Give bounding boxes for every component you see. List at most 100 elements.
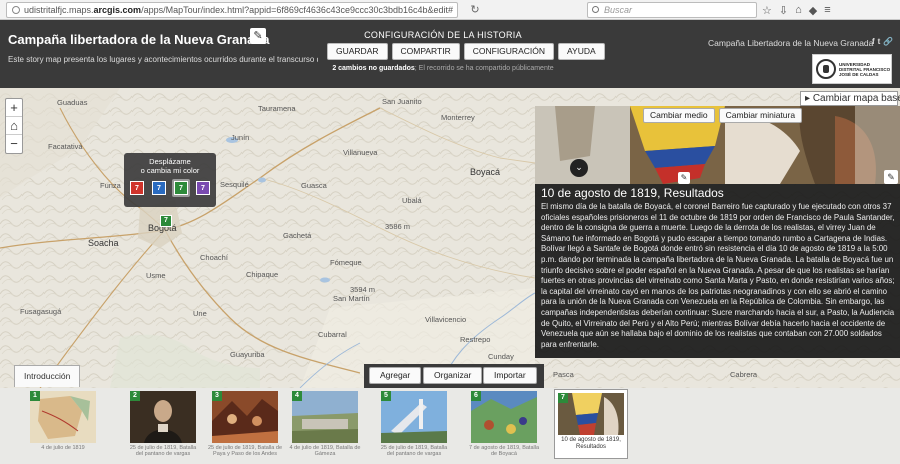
place-label: Ubalá bbox=[402, 196, 422, 205]
home-icon[interactable]: ⌂ bbox=[795, 4, 802, 16]
thumbnail-item-active[interactable]: 7 10 de agosto de 1819, Resultados bbox=[554, 389, 628, 459]
place-label: Gachetá bbox=[283, 231, 312, 240]
zoom-in-button[interactable]: + bbox=[6, 99, 22, 117]
url-prefix: udistritalfjc.maps. bbox=[24, 5, 94, 15]
story-panel: Cambiar medio Cambiar miniatura ⌄ ✎ ✎ 10… bbox=[535, 106, 900, 358]
place-label: Fusagasugá bbox=[20, 307, 62, 316]
link-icon[interactable]: 🔗 bbox=[883, 37, 893, 46]
share-button[interactable]: COMPARTIR bbox=[391, 43, 460, 60]
app-header: Campaña libertadora de la Nueva Granada … bbox=[0, 20, 900, 88]
thumbnail-number: 3 bbox=[212, 391, 222, 401]
map-view[interactable]: Guaduas Tauramena San Juanito Monterrey … bbox=[0, 88, 900, 388]
thumbnail-item[interactable]: 3 25 de julio de 1819, Batalla de Paya y… bbox=[208, 391, 282, 457]
save-button[interactable]: GUARDAR bbox=[327, 43, 388, 60]
settings-button[interactable]: CONFIGURACIÓN bbox=[463, 43, 554, 60]
save-status: 2 cambios no guardados; El recorrido se … bbox=[300, 65, 586, 72]
thumbnail-item[interactable]: 4 4 de julio de 1819, Batalla de Gámeza bbox=[290, 391, 360, 457]
edit-text-pencil-icon[interactable]: ✎ bbox=[884, 170, 898, 184]
place-label: Villavicencio bbox=[425, 315, 467, 324]
thumbnail-number: 2 bbox=[130, 391, 140, 401]
place-label: Monterrey bbox=[441, 113, 475, 122]
place-label: Guasca bbox=[301, 181, 327, 190]
thumbnail-item[interactable]: 1 4 de julio de 1819 bbox=[30, 391, 96, 451]
change-basemap-button[interactable]: ▸ Cambiar mapa base bbox=[800, 91, 900, 106]
map-pin-marker[interactable]: 7 bbox=[160, 215, 172, 227]
star-icon[interactable]: ☆ bbox=[762, 4, 772, 17]
thumbnail-caption: 4 de julio de 1819 bbox=[41, 445, 85, 451]
place-label: Guayuriba bbox=[230, 350, 265, 359]
place-label: Pasca bbox=[553, 370, 574, 379]
painting-figure-left bbox=[555, 106, 595, 161]
shield-icon[interactable]: ◆ bbox=[809, 4, 817, 17]
place-label: Restrepo bbox=[460, 335, 491, 344]
thumbnail-caption: 25 de julio de 1819, Batalla del pantano… bbox=[129, 445, 197, 457]
builder-title: CONFIGURACIÓN DE LA HISTORIA bbox=[364, 30, 522, 40]
place-label: Facatativá bbox=[48, 142, 83, 151]
place-label: Junín bbox=[231, 133, 250, 142]
builder-toolbar: GUARDAR COMPARTIR CONFIGURACIÓN AYUDA bbox=[327, 43, 605, 60]
download-icon[interactable]: ⇩ bbox=[779, 4, 788, 17]
thumbnail-item[interactable]: 5 25 de julio de 1819, Batalla del panta… bbox=[381, 391, 447, 457]
thumbnail-item[interactable]: 6 7 de agosto de 1819, Batalla de Boyacá bbox=[469, 391, 539, 457]
edit-title-pencil-icon[interactable]: ✎ bbox=[250, 28, 266, 44]
thumbnail-image: 6 bbox=[471, 391, 537, 443]
browser-search-input[interactable]: Buscar bbox=[587, 2, 757, 18]
reservoir-sisga bbox=[258, 177, 266, 183]
twitter-icon[interactable]: t bbox=[878, 37, 881, 46]
add-button[interactable]: Agregar bbox=[369, 367, 422, 384]
thumbnail-caption: 4 de julio de 1819, Batalla de Gámeza bbox=[289, 445, 361, 457]
place-label: San Juanito bbox=[382, 97, 422, 106]
help-button[interactable]: AYUDA bbox=[557, 43, 605, 60]
import-button[interactable]: Importar bbox=[483, 367, 537, 384]
place-label: Cubarral bbox=[318, 330, 347, 339]
browser-search-placeholder: Buscar bbox=[604, 5, 633, 15]
university-seal-icon bbox=[816, 59, 836, 79]
thumbnail-number: 7 bbox=[558, 393, 568, 403]
logo-text: UNIVERSIDAD DISTRITAL FRANCISCO JOSÉ DE … bbox=[839, 62, 891, 77]
reservoir-chuza bbox=[320, 277, 330, 283]
share-status: ; El recorrido se ha compartido públicam… bbox=[414, 65, 554, 72]
tooltip-line-1: Desplázame bbox=[149, 157, 191, 166]
green-pin-option[interactable]: 7 bbox=[174, 181, 188, 195]
red-pin-option[interactable]: 7 bbox=[130, 181, 144, 195]
menu-icon[interactable]: ≡ bbox=[824, 4, 830, 16]
thumbnail-caption: 7 de agosto de 1819, Batalla de Boyacá bbox=[468, 445, 540, 457]
url-domain: arcgis.com bbox=[93, 5, 142, 15]
edit-media-pencil-icon[interactable]: ✎ bbox=[678, 172, 690, 184]
thumbnail-image: 5 bbox=[381, 391, 447, 443]
thumbnail-image: 4 bbox=[292, 391, 358, 443]
place-label: Une bbox=[193, 309, 207, 318]
address-bar[interactable]: udistritalfjc.maps. arcgis.com/apps/MapTo… bbox=[6, 2, 458, 18]
facebook-icon[interactable]: f bbox=[872, 37, 875, 46]
thumbnail-image: 1 bbox=[30, 391, 96, 443]
story-point-title: 10 de agosto de 1819, Resultados bbox=[541, 186, 724, 200]
place-label: Sesquilé bbox=[220, 180, 249, 189]
reload-icon[interactable]: ↻ bbox=[466, 2, 484, 18]
place-label-region: Boyacá bbox=[470, 167, 501, 177]
chevron-down-icon[interactable]: ⌄ bbox=[570, 159, 588, 177]
change-thumbnail-button[interactable]: Cambiar miniatura bbox=[718, 108, 803, 123]
purple-pin-option[interactable]: 7 bbox=[196, 181, 210, 195]
tooltip-line-2: o cambia mi color bbox=[140, 166, 200, 175]
thumbnail-number: 4 bbox=[292, 391, 302, 401]
change-basemap-label: Cambiar mapa base bbox=[812, 93, 900, 104]
place-label: Chipaque bbox=[246, 270, 279, 279]
zoom-out-button[interactable]: − bbox=[6, 135, 22, 153]
university-logo[interactable]: UNIVERSIDAD DISTRITAL FRANCISCO JOSÉ DE … bbox=[812, 54, 892, 84]
place-label: Cabrera bbox=[730, 370, 758, 379]
blue-pin-option[interactable]: 7 bbox=[152, 181, 166, 195]
change-media-button[interactable]: Cambiar medio bbox=[643, 108, 715, 123]
place-label: San Martín bbox=[333, 294, 370, 303]
organize-button[interactable]: Organizar bbox=[423, 367, 483, 384]
thumbnail-image: 7 bbox=[558, 393, 624, 435]
thumbnail-item[interactable]: 2 25 de julio de 1819, Batalla del panta… bbox=[130, 391, 196, 457]
pin-color-tooltip: Desplázame o cambia mi color 7 7 7 7 bbox=[124, 153, 216, 207]
unsaved-changes-count: 2 cambios no guardados bbox=[332, 65, 415, 72]
place-label: Choachí bbox=[200, 253, 228, 262]
home-extent-button[interactable]: ⌂ bbox=[6, 117, 22, 135]
place-label: 3594 m bbox=[350, 285, 376, 294]
introduction-tab[interactable]: Introducción bbox=[14, 365, 81, 387]
thumbnail-number: 5 bbox=[381, 391, 391, 401]
url-path: /apps/MapTour/index.html?appid=6f869cf46… bbox=[141, 5, 454, 15]
pin-color-options: 7 7 7 7 bbox=[124, 179, 216, 197]
